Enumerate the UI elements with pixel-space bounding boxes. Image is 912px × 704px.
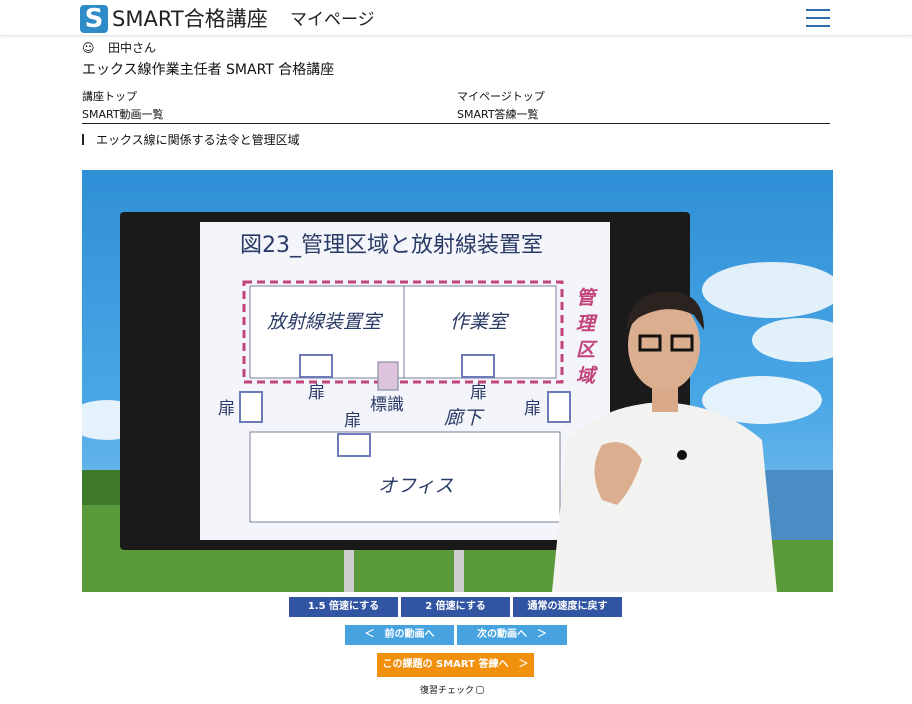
slide-door-room2: 扉 (470, 383, 487, 403)
page-title: マイページ (290, 10, 375, 30)
nav-course-top[interactable]: 講座トップ (82, 90, 137, 104)
svg-text:域: 域 (576, 365, 598, 387)
speed-2x-button[interactable]: 2 倍速にする (401, 597, 510, 617)
user-greeting: ☺ 田中さん (82, 40, 156, 56)
next-video-button[interactable]: 次の動画へ ＞ (457, 625, 567, 645)
slide-door-office: 扉 (344, 411, 361, 431)
top-header: S SMART合格講座 マイページ (0, 0, 912, 36)
slide-door-room1: 扉 (308, 383, 325, 403)
svg-text:管: 管 (576, 287, 598, 309)
hamburger-menu-icon[interactable] (806, 9, 830, 27)
slide-room-work: 作業室 (450, 311, 510, 333)
review-checkbox[interactable] (476, 686, 485, 694)
slide-corridor: 廊下 (444, 407, 485, 429)
speed-1-5x-button[interactable]: 1.5 倍速にする (289, 597, 398, 617)
prev-video-button[interactable]: ＜ 前の動画へ (345, 625, 454, 645)
review-check: 復習チェック (420, 685, 485, 697)
smiley-face-icon: ☺ (82, 41, 95, 55)
review-check-label: 復習チェック (420, 686, 475, 696)
course-title: エックス線作業主任者 SMART 合格講座 (82, 62, 335, 78)
section-title: エックス線に関係する法令と管理区域 (96, 133, 300, 147)
section-bar (82, 134, 84, 145)
svg-text:理: 理 (576, 313, 598, 335)
nav-answer-list[interactable]: SMART答練一覧 (457, 108, 539, 122)
slide-office: オフィス (378, 475, 454, 497)
slide-title: 図23_管理区域と放射線装置室 (240, 233, 543, 258)
video-frame: 図23_管理区域と放射線装置室 放射線装置室 作業室 管 理 区 域 扉 扉 扉… (82, 212, 833, 592)
user-name: 田中さん (108, 41, 157, 55)
brand-name[interactable]: SMART合格講座 (112, 4, 268, 34)
logo-icon[interactable]: S (80, 5, 108, 33)
slide-room-xray: 放射線装置室 (267, 311, 384, 333)
nav-mypage-top[interactable]: マイページトップ (457, 90, 545, 104)
slide-door-left: 扉 (218, 399, 235, 419)
svg-text:区: 区 (576, 339, 598, 361)
slide-door-right: 扉 (524, 399, 541, 419)
nav-divider (82, 123, 830, 124)
smart-answer-button[interactable]: この課題の SMART 答練へ ＞ (377, 653, 534, 677)
video-player[interactable]: 図23_管理区域と放射線装置室 放射線装置室 作業室 管 理 区 域 扉 扉 扉… (82, 170, 833, 592)
section-heading: エックス線に関係する法令と管理区域 (82, 132, 300, 148)
speed-normal-button[interactable]: 通常の速度に戻す (513, 597, 622, 617)
nav-video-list[interactable]: SMART動画一覧 (82, 108, 164, 122)
slide-sign: 標識 (370, 395, 404, 415)
